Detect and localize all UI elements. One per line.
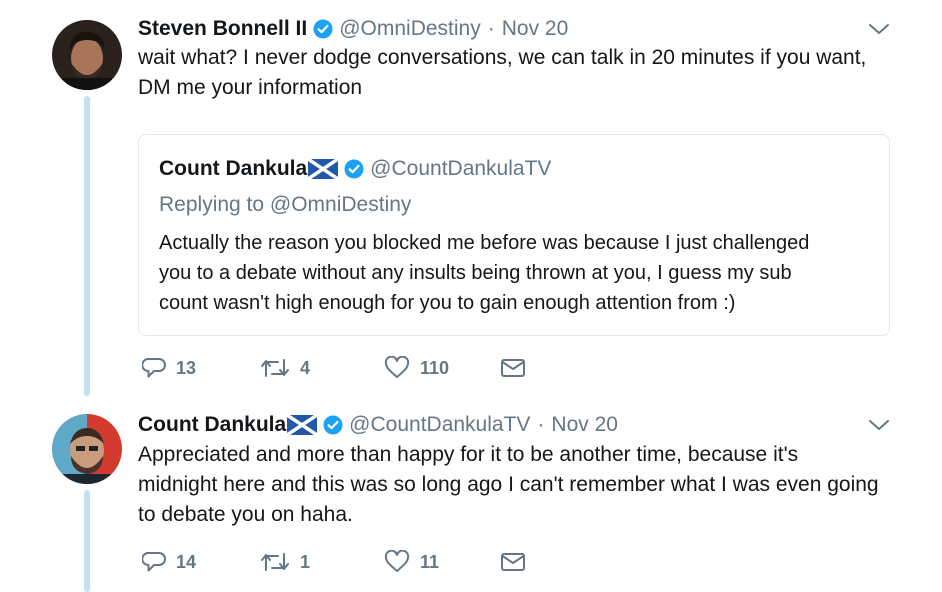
retweet-count: 4	[300, 357, 311, 378]
scotland-flag-icon	[287, 415, 318, 435]
thread-line-top	[84, 96, 90, 396]
retweet-count: 1	[300, 551, 311, 572]
separator-dot: ·	[487, 17, 495, 40]
separator-dot: ·	[537, 413, 545, 436]
chevron-down-icon[interactable]	[868, 22, 890, 36]
scotland-flag-icon	[308, 159, 339, 179]
replying-to-handle[interactable]: @OmniDestiny	[270, 193, 412, 216]
reply-button[interactable]: 13	[142, 356, 260, 380]
tweet-date[interactable]: Nov 20	[502, 16, 569, 42]
quoted-tweet[interactable]: Count Dankula @CountDankulaTV Replying t…	[138, 134, 890, 336]
tweet-header: Steven Bonnell II @OmniDestiny · Nov 20	[138, 16, 568, 42]
tweet-text: wait what? I never dodge conversations, …	[138, 46, 867, 99]
tweet-actions: 14 1 11	[142, 550, 526, 574]
like-button[interactable]: 11	[384, 550, 500, 574]
retweet-icon	[261, 553, 289, 571]
verified-badge-icon	[313, 19, 333, 39]
tweet-actions: 13 4 110	[142, 356, 526, 380]
chevron-down-icon[interactable]	[868, 418, 890, 432]
author-name[interactable]: Count Dankula	[138, 412, 286, 438]
verified-badge-icon	[344, 159, 364, 179]
direct-message-button[interactable]	[500, 357, 526, 379]
avatar-dankula-image	[52, 414, 122, 484]
avatar[interactable]	[52, 414, 122, 484]
like-count: 11	[420, 551, 440, 572]
reply-count: 14	[176, 551, 197, 572]
author-name[interactable]: Steven Bonnell II	[138, 16, 307, 42]
reply-count: 13	[176, 357, 197, 378]
like-button[interactable]: 110	[384, 356, 500, 380]
thread-line-bottom	[84, 490, 90, 592]
quoted-author-handle: @CountDankulaTV	[370, 157, 552, 180]
verified-badge-icon	[323, 415, 343, 435]
avatar-steven-image	[52, 20, 122, 90]
reply-icon	[142, 358, 166, 378]
author-handle[interactable]: @OmniDestiny	[339, 16, 481, 42]
direct-message-icon	[501, 553, 525, 571]
replying-to: Replying to @OmniDestiny	[159, 192, 411, 218]
replying-to-prefix: Replying to	[159, 193, 270, 216]
author-handle[interactable]: @CountDankulaTV	[349, 412, 530, 438]
reply-icon	[142, 552, 166, 572]
tweet-date[interactable]: Nov 20	[551, 412, 618, 438]
quoted-tweet-text: Actually the reason you blocked me befor…	[159, 232, 810, 314]
tweet-text: Appreciated and more than happy for it t…	[138, 443, 879, 526]
avatar[interactable]	[52, 20, 122, 90]
retweet-button[interactable]: 1	[260, 550, 384, 574]
like-count: 110	[420, 357, 450, 378]
direct-message-icon	[501, 359, 525, 377]
retweet-icon	[261, 359, 289, 377]
retweet-button[interactable]: 4	[260, 356, 384, 380]
quoted-author-name: Count Dankula	[159, 157, 308, 180]
like-icon	[384, 550, 410, 572]
reply-button[interactable]: 14	[142, 550, 260, 574]
tweet-header: Count Dankula @CountDankulaTV · Nov 20	[138, 412, 618, 438]
direct-message-button[interactable]	[500, 551, 526, 573]
quoted-tweet-header: Count Dankula @CountDankulaTV	[159, 156, 551, 182]
like-icon	[384, 356, 410, 378]
